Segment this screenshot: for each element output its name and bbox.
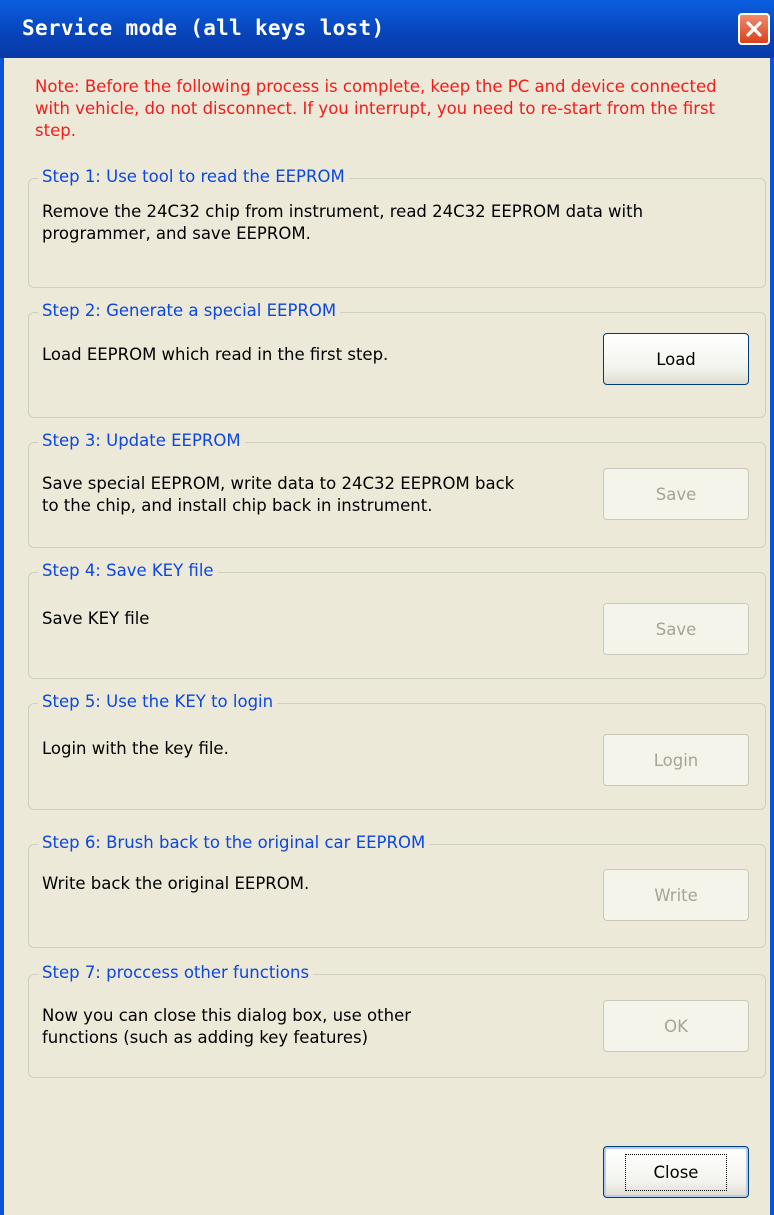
step-3-group: Step 3: Update EEPROM Save special EEPRO… <box>28 430 766 548</box>
ok-button[interactable]: OK <box>603 1000 749 1052</box>
step-1-description-line-1: Remove the 24C32 chip from instrument, r… <box>42 202 644 221</box>
step-7-description-line-1: Now you can close this dialog box, use o… <box>42 1006 412 1025</box>
step-5-title: Step 5: Use the KEY to login <box>38 691 278 713</box>
step-7-group: Step 7: proccess other functions Now you… <box>28 962 766 1078</box>
step-2-title: Step 2: Generate a special EEPROM <box>38 300 341 322</box>
save-eeprom-button[interactable]: Save <box>603 468 749 520</box>
step-3-title: Step 3: Update EEPROM <box>38 430 245 452</box>
write-button[interactable]: Write <box>603 869 749 921</box>
step-4-description: Save KEY file <box>42 609 150 628</box>
save-key-button[interactable]: Save <box>603 603 749 655</box>
warning-note: Note: Before the following process is co… <box>35 77 717 140</box>
step-2-group: Step 2: Generate a special EEPROM Load E… <box>28 300 766 418</box>
step-4-title: Step 4: Save KEY file <box>38 560 218 582</box>
close-window-button[interactable] <box>738 13 770 45</box>
step-4-group: Step 4: Save KEY file Save KEY file Save <box>28 560 766 679</box>
step-7-description-line-2: functions (such as adding key features) <box>42 1028 369 1047</box>
dialog-window: Service mode (all keys lost) Note: Befor… <box>0 0 774 1215</box>
step-6-title: Step 6: Brush back to the original car E… <box>38 832 430 854</box>
title-bar[interactable]: Service mode (all keys lost) <box>0 0 774 58</box>
step-5-group: Step 5: Use the KEY to login Login with … <box>28 691 766 810</box>
step-7-title: Step 7: proccess other functions <box>38 962 314 984</box>
close-button-label: Close <box>624 1153 728 1191</box>
login-button[interactable]: Login <box>603 734 749 786</box>
step-3-description-line-2: to the chip, and install chip back in in… <box>42 496 433 515</box>
window-title: Service mode (all keys lost) <box>22 16 385 40</box>
step-1-title: Step 1: Use tool to read the EEPROM <box>38 166 349 188</box>
step-2-description: Load EEPROM which read in the first step… <box>42 345 389 364</box>
step-6-group: Step 6: Brush back to the original car E… <box>28 832 766 948</box>
load-button[interactable]: Load <box>603 333 749 385</box>
step-3-description-line-1: Save special EEPROM, write data to 24C32… <box>42 474 515 493</box>
close-icon <box>746 21 762 37</box>
close-button[interactable]: Close <box>603 1146 749 1198</box>
step-1-group: Step 1: Use tool to read the EEPROM Remo… <box>28 166 766 288</box>
dialog-body: Note: Before the following process is co… <box>4 58 770 1215</box>
step-5-description: Login with the key file. <box>42 739 229 758</box>
step-1-description-line-2: programmer, and save EEPROM. <box>42 224 311 243</box>
step-6-description: Write back the original EEPROM. <box>42 874 310 893</box>
